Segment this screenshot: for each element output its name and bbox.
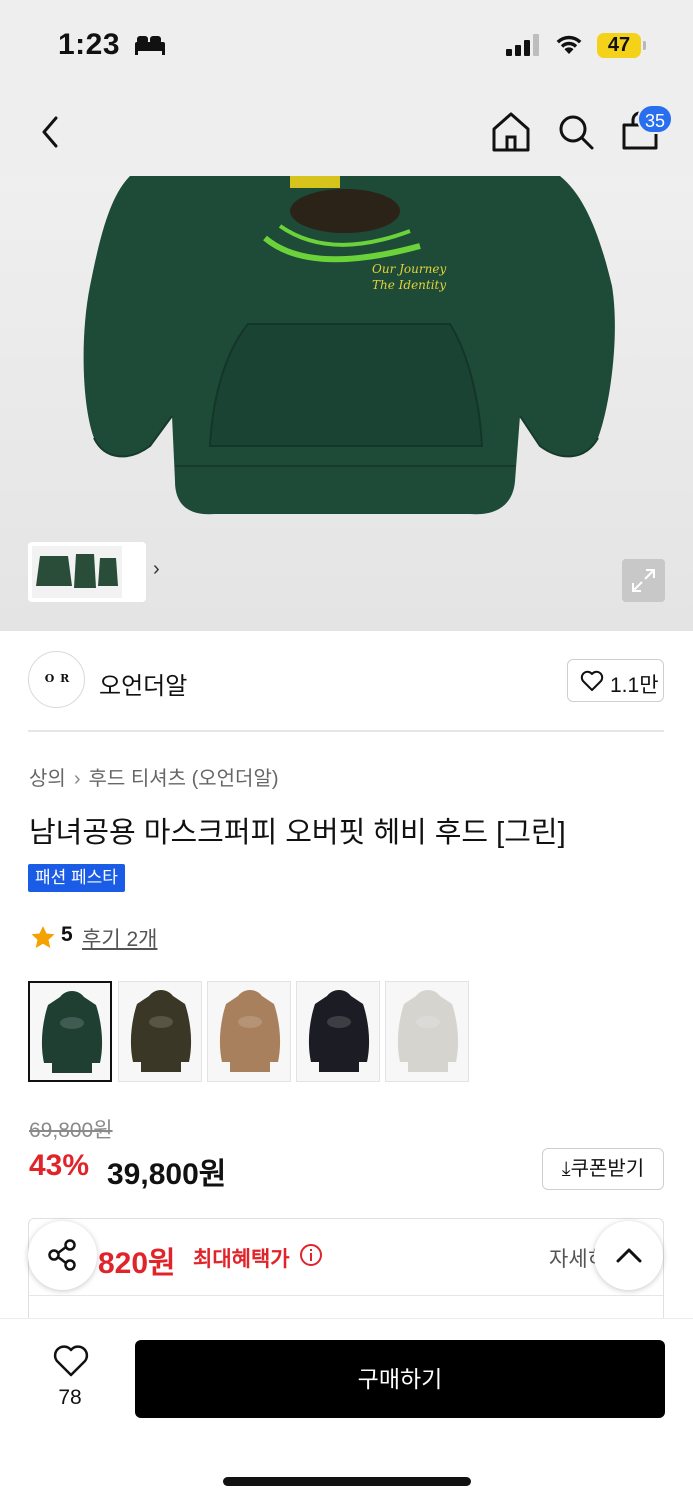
- divider: [28, 730, 664, 732]
- star-icon: [31, 926, 55, 948]
- color-swatch[interactable]: [118, 981, 202, 1082]
- swatch-hoodie-image: [41, 991, 103, 1073]
- expand-icon[interactable]: [622, 559, 665, 602]
- battery-tip: [643, 41, 646, 50]
- color-swatch[interactable]: [296, 981, 380, 1082]
- review-count-link[interactable]: 후기 2개: [82, 923, 157, 953]
- sleep-focus-icon: [135, 36, 165, 55]
- product-title: 남녀공용 마스크퍼피 오버핏 헤비 후드 [그린]: [29, 817, 566, 849]
- chevron-right-icon: ›: [73, 768, 81, 790]
- color-swatch[interactable]: [385, 981, 469, 1082]
- wishlist-count: 78: [58, 1386, 82, 1409]
- buy-button[interactable]: 구매하기: [135, 1340, 665, 1418]
- home-icon[interactable]: [490, 110, 532, 154]
- brand-name[interactable]: 오언더알: [99, 666, 187, 701]
- breadcrumb: 상의 › 후드 티셔츠 (오언더알): [29, 762, 279, 791]
- cellular-signal-icon: [506, 34, 539, 56]
- color-swatch[interactable]: [207, 981, 291, 1082]
- download-icon: ⤓: [561, 1158, 571, 1180]
- coupon-download-button[interactable]: ⤓쿠폰받기: [542, 1148, 664, 1190]
- brand-like-count: 1.1만: [610, 674, 659, 697]
- swatch-hoodie-image: [308, 990, 370, 1072]
- status-bar: 1:23 47: [0, 0, 693, 88]
- search-icon[interactable]: [556, 110, 596, 154]
- brand-like-button[interactable]: 1.1만: [567, 659, 664, 702]
- status-time: 1:23: [58, 28, 121, 61]
- chevron-up-icon: [616, 1248, 642, 1263]
- back-arrow-icon[interactable]: [34, 110, 70, 154]
- image-thumbnail-strip[interactable]: ›: [28, 542, 160, 602]
- battery-level: 47: [597, 33, 641, 58]
- sale-price: 39,800원: [107, 1158, 227, 1191]
- breadcrumb-item-subcategory[interactable]: 후드 티셔츠 (오언더알): [88, 768, 278, 790]
- hero-print-text-1: Our Journey: [372, 262, 446, 276]
- brand-logo[interactable]: O R: [28, 651, 85, 708]
- max-benefit-label: 최대혜택가: [193, 1248, 290, 1271]
- swatch-hoodie-image: [130, 990, 192, 1072]
- benefit-detail-link[interactable]: 자세히: [549, 1243, 599, 1273]
- color-swatch[interactable]: [28, 981, 112, 1082]
- swatch-hoodie-image: [219, 990, 281, 1072]
- rating-score: 5: [61, 923, 73, 946]
- heart-outline-icon: [580, 670, 604, 691]
- discount-rate: 43%: [29, 1149, 90, 1182]
- home-indicator: [223, 1477, 471, 1486]
- top-nav: [0, 88, 693, 176]
- original-price: 69,800원: [29, 1119, 113, 1142]
- chevron-right-icon[interactable]: ›: [153, 558, 160, 581]
- divider: [29, 1295, 663, 1296]
- cart-count-badge: 35: [637, 104, 674, 134]
- max-benefit-price: 820원: [98, 1247, 176, 1280]
- heart-outline-icon[interactable]: [53, 1344, 89, 1378]
- coupon-button-label: 쿠폰받기: [570, 1158, 645, 1180]
- hero-print-text-2: The Identity: [372, 278, 446, 292]
- wifi-icon: [556, 35, 582, 54]
- info-icon[interactable]: [299, 1243, 323, 1267]
- thumbnail-images: [32, 546, 122, 598]
- share-button[interactable]: [28, 1221, 97, 1290]
- swatch-hoodie-image: [397, 990, 459, 1072]
- event-badge: 패션 페스타: [28, 864, 125, 892]
- product-hero-image[interactable]: Our Journey The Identity ›: [0, 176, 693, 631]
- scroll-top-button[interactable]: [594, 1221, 663, 1290]
- breadcrumb-item-category[interactable]: 상의: [29, 768, 66, 790]
- brand-logo-text: O R: [44, 672, 71, 685]
- share-icon: [48, 1239, 76, 1271]
